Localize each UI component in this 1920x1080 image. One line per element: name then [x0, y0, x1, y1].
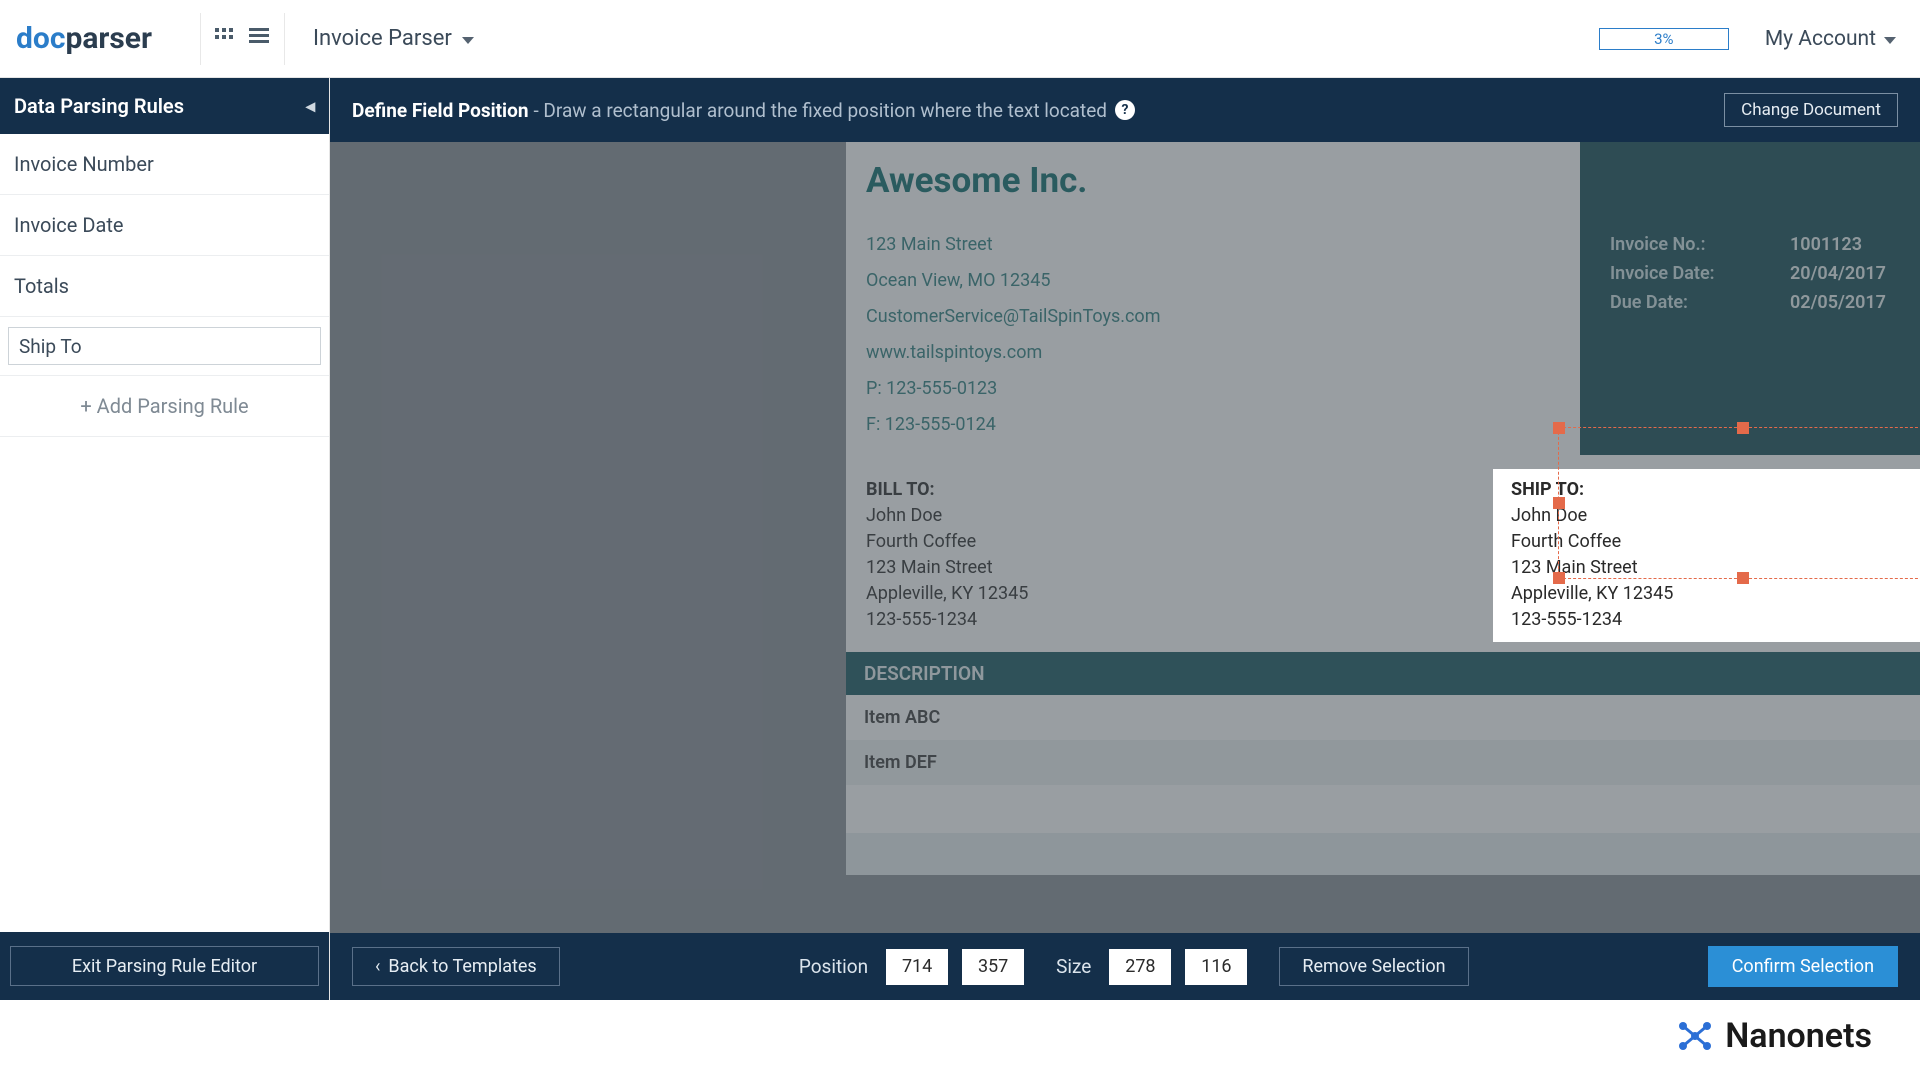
- parser-dropdown[interactable]: Invoice Parser: [285, 26, 474, 51]
- resize-handle-nw[interactable]: [1553, 422, 1565, 434]
- company-address: 123 Main Street Ocean View, MO 12345 Cus…: [866, 227, 1560, 443]
- help-icon[interactable]: ?: [1115, 100, 1135, 120]
- rule-item-invoice-date[interactable]: Invoice Date: [0, 195, 329, 256]
- define-subtitle: - Draw a rectangular around the fixed po…: [533, 99, 1107, 122]
- sidebar-header: Data Parsing Rules ◂: [0, 78, 329, 134]
- invoice-title: INVOICE: [1610, 160, 1920, 198]
- document-canvas[interactable]: Awesome Inc. 123 Main Street Ocean View,…: [330, 142, 1920, 933]
- account-label: My Account: [1765, 27, 1876, 51]
- change-document-button[interactable]: Change Document: [1724, 93, 1898, 127]
- account-dropdown[interactable]: My Account: [1765, 27, 1896, 51]
- sidebar: Data Parsing Rules ◂ Invoice Number Invo…: [0, 78, 330, 1000]
- table-row: Item DEF $75,00: [846, 740, 1920, 785]
- new-rule-input[interactable]: [8, 327, 321, 365]
- parser-dropdown-label: Invoice Parser: [313, 26, 452, 51]
- position-x-input[interactable]: [886, 949, 948, 985]
- selection-box[interactable]: [1558, 427, 1920, 579]
- bill-to-block: BILL TO: John Doe Fourth Coffee 123 Main…: [848, 469, 1493, 642]
- rule-item-totals[interactable]: Totals: [0, 256, 329, 317]
- position-label: Position: [799, 955, 868, 978]
- caret-down-icon: [462, 37, 474, 44]
- caret-down-icon: [1884, 37, 1896, 44]
- define-title: Define Field Position: [352, 99, 528, 122]
- view-toggle: [200, 13, 285, 65]
- nanonets-logo-icon: [1675, 1016, 1715, 1056]
- chevron-left-icon: ‹: [375, 956, 380, 977]
- table-header: DESCRIPTION AMOUNT: [846, 652, 1920, 695]
- table-row: Item ABC $150,00: [846, 695, 1920, 740]
- company-name: Awesome Inc.: [866, 160, 1560, 201]
- sidebar-title: Data Parsing Rules: [14, 94, 184, 118]
- topbar: docparser Invoice Parser 3% My Account: [0, 0, 1920, 78]
- resize-handle-sw[interactable]: [1553, 572, 1565, 584]
- progress-indicator[interactable]: 3%: [1599, 28, 1729, 50]
- size-label: Size: [1056, 955, 1091, 978]
- resize-handle-w[interactable]: [1553, 497, 1565, 509]
- exit-editor-button[interactable]: Exit Parsing Rule Editor: [10, 946, 319, 986]
- remove-selection-button[interactable]: Remove Selection: [1279, 947, 1468, 986]
- size-h-input[interactable]: [1185, 949, 1247, 985]
- confirm-selection-button[interactable]: Confirm Selection: [1708, 946, 1898, 987]
- back-to-templates-button[interactable]: ‹ Back to Templates: [352, 947, 560, 986]
- define-bar: Define Field Position - Draw a rectangul…: [330, 78, 1920, 142]
- resize-handle-s[interactable]: [1737, 572, 1749, 584]
- collapse-sidebar-icon[interactable]: ◂: [306, 96, 315, 117]
- size-w-input[interactable]: [1109, 949, 1171, 985]
- list-view-icon[interactable]: [249, 28, 271, 50]
- resize-handle-n[interactable]: [1737, 422, 1749, 434]
- logo[interactable]: docparser: [0, 21, 200, 56]
- nanonets-watermark: Nanonets: [1675, 1016, 1872, 1056]
- rule-item-invoice-number[interactable]: Invoice Number: [0, 134, 329, 195]
- bottombar: ‹ Back to Templates Position Size Remove…: [330, 933, 1920, 1000]
- grid-view-icon[interactable]: [215, 28, 237, 50]
- content-area: Define Field Position - Draw a rectangul…: [330, 78, 1920, 1000]
- add-parsing-rule-button[interactable]: + Add Parsing Rule: [0, 376, 329, 437]
- position-y-input[interactable]: [962, 949, 1024, 985]
